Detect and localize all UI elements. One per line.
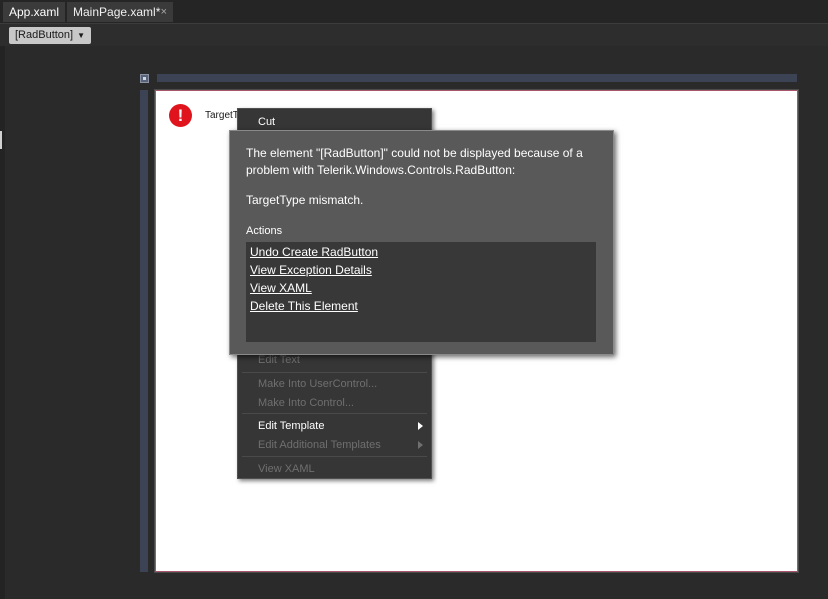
menu-item-make-into-usercontrol[interactable]: Make Into UserControl... [258,375,377,393]
actions-heading: Actions [246,225,283,237]
error-message: The element "[RadButton]" could not be d… [246,146,583,177]
undo-create-radbutton-link[interactable]: Undo Create RadButton [250,243,378,261]
menu-item-label: Edit Template [258,420,325,432]
error-detail: TargetType mismatch. [246,193,364,207]
submenu-arrow-icon [418,441,423,449]
menu-item-label: Cut [258,116,276,128]
menu-item-label: Edit Additional Templates [258,439,381,451]
delete-this-element-link[interactable]: Delete This Element [250,297,358,315]
actions-list: Undo Create RadButton View Exception Det… [246,242,596,342]
tab-app-xaml[interactable]: App.xaml [3,2,65,22]
menu-item-label: Edit Text [258,354,300,366]
tab-mainpage-xaml[interactable]: MainPage.xaml* × [67,2,173,22]
menu-separator [242,413,427,414]
error-popup: The element "[RadButton]" could not be d… [229,130,614,355]
grid-ruler-left[interactable] [140,90,148,572]
left-edge-marker [0,131,2,149]
element-error-text: TargetT [205,110,239,121]
tab-label: MainPage.xaml* [73,5,161,19]
breadcrumb-radbutton[interactable]: [RadButton] ▼ [9,27,91,44]
breadcrumb-bar: [RadButton] ▼ [0,24,828,46]
menu-separator [242,372,427,373]
grid-ruler-top[interactable] [157,74,797,82]
tab-label: App.xaml [9,5,60,19]
menu-item-label: Make Into Control... [258,397,354,409]
document-tab-bar: App.xaml MainPage.xaml* × [0,0,828,24]
menu-item-cut[interactable]: Cut [258,113,275,131]
menu-separator [242,456,427,457]
breadcrumb-label: [RadButton] [15,29,74,41]
error-icon[interactable]: ! [169,104,192,127]
view-xaml-link[interactable]: View XAML [250,279,312,297]
chevron-down-icon: ▼ [77,31,85,40]
menu-item-label: View XAML [258,463,315,475]
submenu-arrow-icon [418,422,423,430]
menu-item-label: Make Into UserControl... [258,378,378,390]
menu-item-edit-template[interactable]: Edit Template [258,417,324,435]
view-exception-details-link[interactable]: View Exception Details [250,261,372,279]
close-tab-icon[interactable]: × [161,2,167,22]
grid-mode-icon[interactable] [140,74,149,83]
menu-item-edit-additional-templates[interactable]: Edit Additional Templates [258,436,381,454]
menu-item-view-xaml[interactable]: View XAML [258,460,315,478]
menu-item-make-into-control[interactable]: Make Into Control... [258,394,354,412]
